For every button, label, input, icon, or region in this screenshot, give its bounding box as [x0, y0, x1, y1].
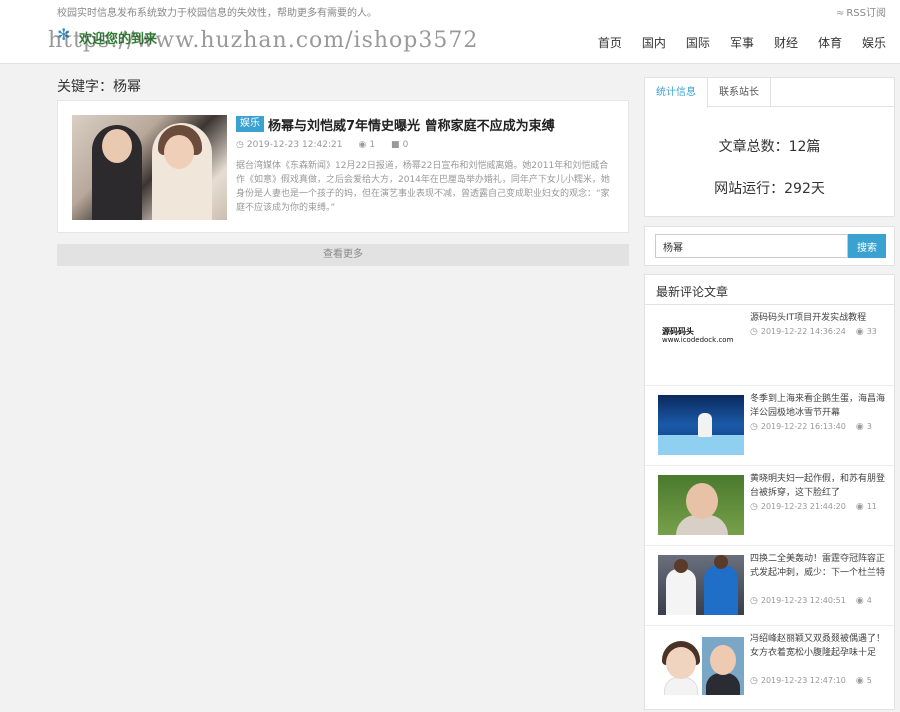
- article-comments: 0: [402, 140, 409, 150]
- list-item-thumbnail[interactable]: 源码码头 www.icodedock.com: [658, 314, 744, 374]
- nav-item-sports[interactable]: 体育: [818, 34, 842, 51]
- article-views: 1: [369, 140, 376, 150]
- list-item-date: 2019-12-23 21:44:20: [760, 502, 846, 511]
- list-item-thumbnail[interactable]: [658, 395, 744, 455]
- rss-link[interactable]: ≈ RSS订阅: [836, 4, 886, 19]
- rss-label: RSS订阅: [846, 8, 886, 19]
- nav-item-international[interactable]: 国际: [686, 34, 710, 51]
- article-meta: ◷ 2019-12-23 12:42:21 ◉ 1 ■ 0: [236, 140, 408, 150]
- list-item-date: 2019-12-22 16:13:40: [760, 422, 846, 431]
- clock-icon: ◷: [750, 422, 758, 432]
- list-item-title[interactable]: 源码码头IT项目开发实战教程: [750, 311, 887, 325]
- list-item-views: 3: [866, 422, 872, 431]
- list-item-views: 4: [866, 596, 872, 605]
- rss-icon: ≈: [835, 8, 845, 19]
- comment-icon: ■: [391, 140, 400, 150]
- nav-item-entertainment[interactable]: 娱乐: [862, 34, 886, 51]
- search-panel: 搜索: [644, 226, 895, 266]
- eye-icon: ◉: [855, 596, 864, 606]
- stats-tabs: 统计信息 联系站长: [645, 78, 894, 108]
- stats-panel: 统计信息 联系站长 文章总数：12篇 网站运行：292天: [644, 77, 895, 217]
- recent-title: 最新评论文章: [656, 285, 729, 299]
- article-card: 娱乐 杨幂与刘恺威7年情史曝光 曾称家庭不应成为束缚 ◷ 2019-12-23 1…: [57, 100, 629, 233]
- clock-icon: ◷: [236, 140, 244, 150]
- article-count: 文章总数：12篇: [718, 139, 821, 155]
- article-thumbnail[interactable]: [72, 115, 227, 220]
- list-item-views: 5: [866, 676, 872, 685]
- category-tag[interactable]: 娱乐: [236, 116, 264, 132]
- tab-contact[interactable]: 联系站长: [708, 78, 771, 107]
- list-item-views: 33: [866, 327, 877, 336]
- list-item-title[interactable]: 冯绍峰赵丽颖又双叒叕被偶遇了！女方衣着宽松小腹隆起孕味十足: [750, 632, 887, 674]
- eye-icon: ◉: [855, 502, 864, 512]
- list-item-views: 11: [866, 502, 877, 511]
- main-nav: 首页 国内 国际 军事 财经 体育 娱乐: [578, 34, 886, 51]
- eye-icon: ◉: [855, 327, 864, 337]
- nav-item-military[interactable]: 军事: [730, 34, 754, 51]
- article-date: 2019-12-23 12:42:21: [246, 140, 343, 150]
- list-item-title[interactable]: 冬季到上海来看企鹅生蛋，海昌海洋公园极地冰雪节开幕: [750, 392, 887, 420]
- site-uptime: 网站运行：292天: [714, 181, 825, 197]
- list-item-meta: ◷ 2019-12-23 12:47:10 ◉ 5: [750, 676, 872, 686]
- nav-item-finance[interactable]: 财经: [774, 34, 798, 51]
- list-item-meta: ◷ 2019-12-23 12:40:51 ◉ 4: [750, 596, 872, 606]
- keyword-title: 关键字：杨幂: [57, 79, 141, 95]
- search-input[interactable]: [655, 234, 848, 258]
- article-excerpt: 据台湾媒体《东森新闻》12月22日报道，杨幂22日宣布和刘恺威离婚。她2011年…: [236, 161, 610, 213]
- clock-icon: ◷: [750, 327, 758, 337]
- list-item[interactable]: 冯绍峰赵丽颖又双叒叕被偶遇了！女方衣着宽松小腹隆起孕味十足 ◷ 2019-12-2…: [645, 625, 894, 705]
- list-item-thumbnail[interactable]: [658, 635, 744, 695]
- recent-comments-panel: 最新评论文章 源码码头 www.icodedock.com 源码码头IT项目开发…: [644, 274, 895, 710]
- clock-icon: ◷: [750, 596, 758, 606]
- site-slogan: 校园实时信息发布系统致力于校园信息的失效性，帮助更多有需要的人。: [57, 8, 377, 19]
- thumb-url: www.icodedock.com: [662, 336, 734, 344]
- eye-icon: ◉: [358, 140, 367, 150]
- list-item-title[interactable]: 四换二全美轰动！雷霆夺冠阵容正式发起冲刺，威少：下一个杜兰特: [750, 552, 887, 594]
- clock-icon: ◷: [750, 502, 758, 512]
- list-item[interactable]: 黄晓明夫妇一起作假，和苏有朋登台被拆穿，这下脸红了 ◷ 2019-12-23 21…: [645, 465, 894, 545]
- top-strip: 校园实时信息发布系统致力于校园信息的失效性，帮助更多有需要的人。 ≈ RSS订阅: [0, 0, 900, 22]
- article-title[interactable]: 杨幂与刘恺威7年情史曝光 曾称家庭不应成为束缚: [268, 115, 555, 134]
- tab-stats[interactable]: 统计信息: [645, 78, 708, 108]
- list-item-date: 2019-12-23 12:47:10: [760, 676, 846, 685]
- list-item-thumbnail[interactable]: [658, 475, 744, 535]
- load-more-button[interactable]: 查看更多: [57, 244, 629, 266]
- list-item-meta: ◷ 2019-12-22 14:36:24 ◉ 33: [750, 327, 877, 337]
- list-item[interactable]: 四换二全美轰动！雷霆夺冠阵容正式发起冲刺，威少：下一个杜兰特 ◷ 2019-12-…: [645, 545, 894, 625]
- list-item-date: 2019-12-23 12:40:51: [760, 596, 846, 605]
- list-item-meta: ◷ 2019-12-22 16:13:40 ◉ 3: [750, 422, 872, 432]
- list-item[interactable]: 源码码头 www.icodedock.com 源码码头IT项目开发实战教程 ◷ 2…: [645, 305, 894, 385]
- site-header: ✻ 欢迎您的到来 https://www.huzhan.com/ishop357…: [0, 22, 900, 64]
- list-item[interactable]: 冬季到上海来看企鹅生蛋，海昌海洋公园极地冰雪节开幕 ◷ 2019-12-22 16…: [645, 385, 894, 465]
- nav-item-domestic[interactable]: 国内: [642, 34, 666, 51]
- list-item-date: 2019-12-22 14:36:24: [760, 327, 846, 336]
- search-button[interactable]: 搜索: [848, 234, 886, 258]
- eye-icon: ◉: [855, 422, 864, 432]
- eye-icon: ◉: [855, 676, 864, 686]
- list-item-title[interactable]: 黄晓明夫妇一起作假，和苏有朋登台被拆穿，这下脸红了: [750, 472, 887, 500]
- watermark: https://www.huzhan.com/ishop3572: [48, 28, 479, 53]
- list-item-meta: ◷ 2019-12-23 21:44:20 ◉ 11: [750, 502, 877, 512]
- clock-icon: ◷: [750, 676, 758, 686]
- nav-item-home[interactable]: 首页: [598, 34, 622, 51]
- list-item-thumbnail[interactable]: [658, 555, 744, 615]
